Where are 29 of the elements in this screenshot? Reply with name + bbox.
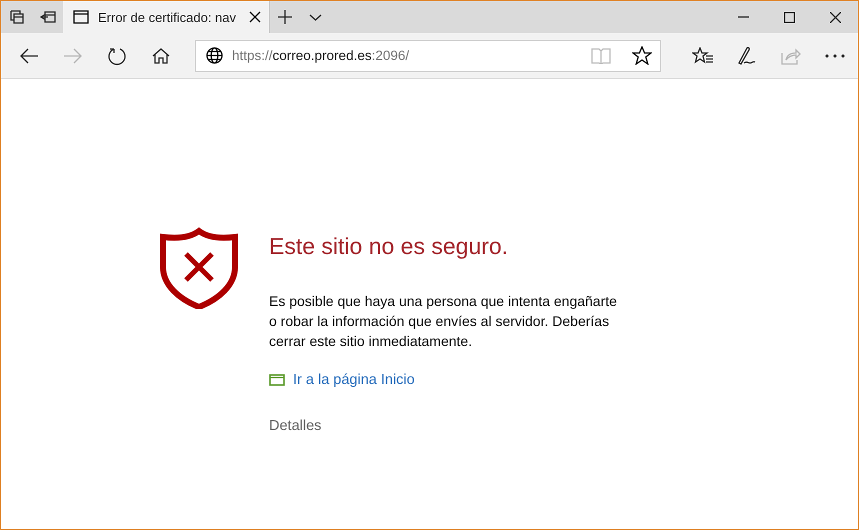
close-icon — [830, 12, 840, 22]
home-icon — [152, 46, 170, 64]
maximize-icon — [784, 12, 794, 22]
minimize-icon — [738, 16, 748, 18]
browser-tab[interactable]: Error de certificado: nav — [63, 1, 270, 33]
refresh-icon — [107, 46, 127, 66]
plus-icon — [278, 10, 292, 24]
stacked-windows-icon — [10, 10, 24, 24]
window-icon — [269, 374, 285, 386]
forward-arrow-icon — [63, 48, 83, 64]
url-text: https://correo.prored.es:2096/ — [232, 48, 410, 63]
tab-title: Error de certificado: nav — [98, 10, 238, 24]
address-bar[interactable]: https://correo.prored.es:2096/ — [195, 40, 661, 72]
pen-icon — [736, 46, 758, 66]
page-icon — [73, 10, 89, 24]
back-arrow-icon — [19, 48, 39, 64]
shield-error-icon — [159, 227, 239, 309]
star-icon[interactable] — [632, 46, 652, 65]
error-heading: Este sitio no es seguro. — [269, 233, 508, 260]
close-tab-icon[interactable] — [249, 11, 261, 23]
set-aside-icon — [40, 11, 56, 23]
share-icon — [781, 46, 801, 64]
favorites-list-icon — [692, 46, 714, 64]
warning-message: Es posible que haya una persona que intenta engañarte o robar la información que envíes al servidor. Deberías cerrar este sitio inmediatamente. — [269, 292, 618, 351]
more-icon — [825, 54, 845, 58]
details-link[interactable]: Detalles — [269, 418, 322, 434]
home-page-link[interactable]: Ir a la página Inicio — [269, 372, 415, 388]
chevron-down-icon — [308, 14, 322, 20]
globe-icon — [206, 47, 223, 64]
